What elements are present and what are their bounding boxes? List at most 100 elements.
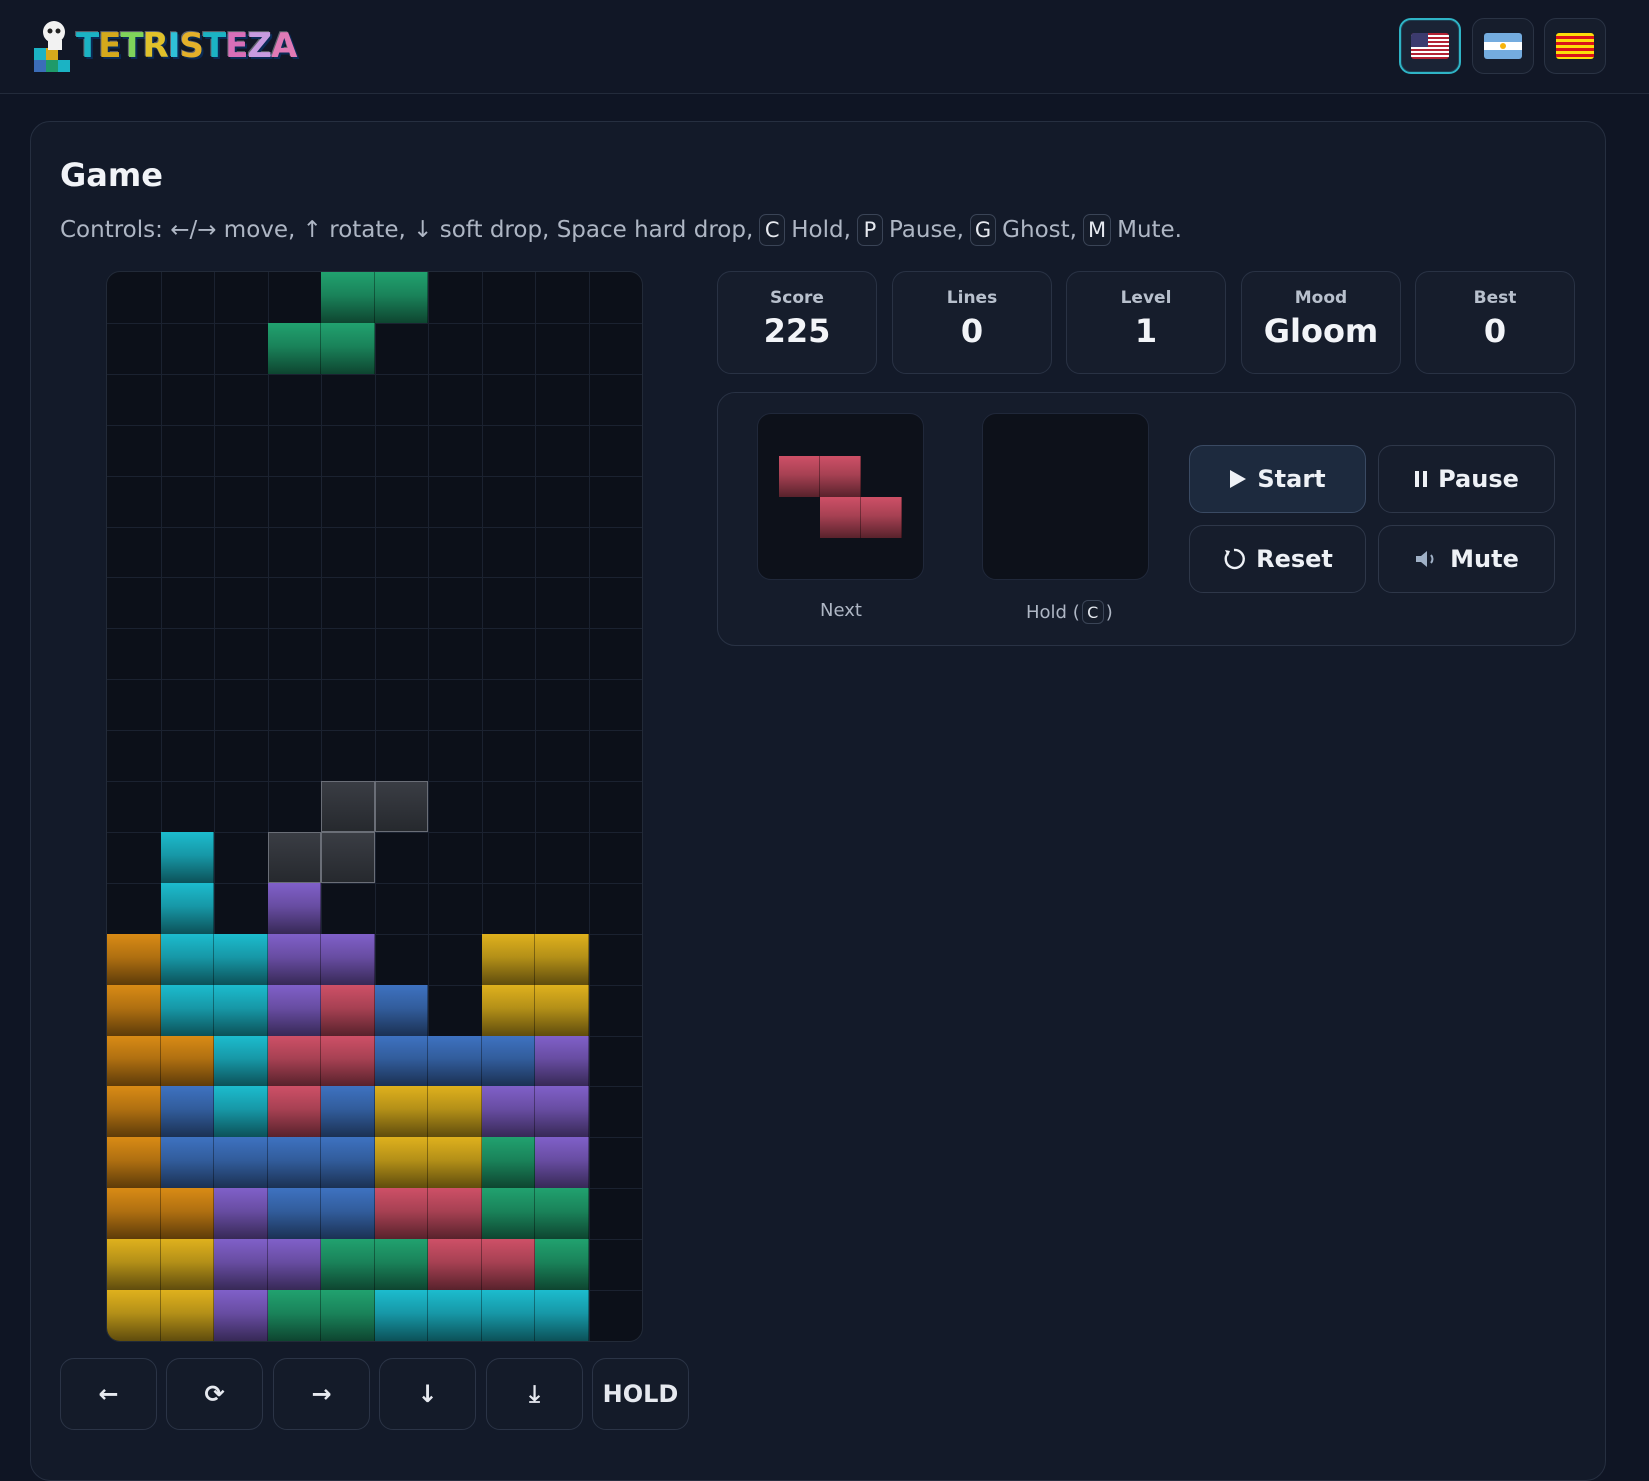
controls-prefix: Controls: <box>60 217 163 243</box>
hold-key: C <box>759 214 786 246</box>
board-block-S <box>374 272 428 323</box>
controls-help: Controls: ←/→ move, ↑ rotate, ↓ soft dro… <box>60 214 1182 246</box>
board-block-O <box>160 1239 214 1291</box>
speaker-icon <box>1416 551 1434 567</box>
grid-line <box>107 577 642 579</box>
rotate-icon: ⟳ <box>204 1380 225 1408</box>
board-block-J <box>160 1086 214 1138</box>
level-value: 1 <box>1134 312 1158 350</box>
board-block-S <box>481 1137 535 1189</box>
hold-button[interactable]: HOLD <box>592 1358 689 1430</box>
best-value: 0 <box>1483 312 1507 350</box>
reset-button[interactable]: Reset <box>1189 525 1366 593</box>
argentina-flag-icon <box>1484 33 1522 59</box>
board-block-T <box>535 1035 589 1087</box>
controls-hard-drop: Space hard drop, <box>556 217 754 243</box>
level-label: Level <box>1120 288 1172 308</box>
board-block-Z <box>481 1239 535 1291</box>
board-block-T <box>214 1188 268 1240</box>
preview-block-Z <box>779 455 820 497</box>
board-block-I <box>214 1086 268 1138</box>
board-block-I <box>160 984 214 1036</box>
catalan-flag-icon <box>1556 33 1594 59</box>
mood-label: Mood <box>1294 288 1348 308</box>
board-block-T <box>535 1086 589 1138</box>
grid-line <box>107 322 642 324</box>
mute-button[interactable]: Mute <box>1378 525 1555 593</box>
board-block-I <box>214 933 268 985</box>
board-block-O <box>374 1086 428 1138</box>
board-block-S <box>267 1290 321 1341</box>
grid-line <box>588 272 590 1341</box>
board-block-L <box>107 984 161 1036</box>
page-title: Game <box>60 156 163 194</box>
board-block-I <box>214 1035 268 1087</box>
ghost-block <box>374 781 428 832</box>
controls-soft-drop: ↓ soft drop, <box>413 217 550 243</box>
language-button-english[interactable] <box>1399 18 1461 74</box>
move-right-button[interactable]: → <box>273 1358 370 1430</box>
grid-line <box>107 628 642 630</box>
arrow-left-icon: ← <box>98 1380 119 1408</box>
board-block-J <box>321 1188 375 1240</box>
board-block-L <box>107 933 161 985</box>
board-block-Z <box>428 1188 482 1240</box>
board-block-J <box>267 1137 321 1189</box>
language-button-catalan[interactable] <box>1544 18 1606 74</box>
hold-label: Hold (C) <box>1026 600 1113 624</box>
board-block-O <box>481 984 535 1036</box>
board-block-T <box>267 882 321 934</box>
grid-line <box>107 424 642 426</box>
tetristeza-logo[interactable]: TETRISTEZA <box>30 14 297 78</box>
next-label: Next <box>820 600 862 621</box>
board-block-L <box>107 1035 161 1087</box>
board-block-S <box>535 1239 589 1291</box>
board-block-T <box>267 1239 321 1291</box>
move-left-button[interactable]: ← <box>60 1358 157 1430</box>
best-card: Best 0 <box>1415 271 1575 374</box>
start-button-label: Start <box>1257 465 1326 493</box>
controls-rotate: ↑ rotate, <box>302 217 406 243</box>
pause-button[interactable]: Pause <box>1378 445 1555 513</box>
grid-line <box>107 475 642 477</box>
board-block-I <box>535 1290 589 1341</box>
ghost-block <box>321 781 375 832</box>
board-block-O <box>374 1137 428 1189</box>
board-block-I <box>214 984 268 1036</box>
pause-icon <box>1415 471 1428 487</box>
grid-line <box>107 679 642 681</box>
board-block-Z <box>374 1188 428 1240</box>
language-button-argentina[interactable] <box>1472 18 1534 74</box>
ghost-block <box>267 831 321 883</box>
hold-piece-preview[interactable] <box>982 413 1149 580</box>
board-block-J <box>321 1086 375 1138</box>
start-button[interactable]: Start <box>1189 445 1366 513</box>
board-block-T <box>535 1137 589 1189</box>
board-block-J <box>321 1137 375 1189</box>
board-block-O <box>535 933 589 985</box>
board-block-T <box>267 984 321 1036</box>
logo-wordmark: TETRISTEZA <box>76 26 297 66</box>
board-block-S <box>481 1188 535 1240</box>
board-block-O <box>107 1290 161 1341</box>
soft-drop-button[interactable]: ↓ <box>379 1358 476 1430</box>
reset-icon <box>1224 548 1246 570</box>
pause-button-label: Pause <box>1438 465 1519 493</box>
board-block-O <box>428 1086 482 1138</box>
board-block-T <box>214 1290 268 1341</box>
top-bar: TETRISTEZA <box>0 0 1649 94</box>
controls-pause: Pause, <box>888 217 964 243</box>
ghost-block <box>321 831 375 883</box>
reset-button-label: Reset <box>1256 545 1333 573</box>
board-block-I <box>481 1290 535 1341</box>
rotate-button[interactable]: ⟳ <box>166 1358 263 1430</box>
hold-label-prefix: Hold ( <box>1026 601 1080 623</box>
board-block-I <box>160 831 214 883</box>
grid-line <box>107 373 642 375</box>
board-block-S <box>267 322 321 374</box>
mute-button-label: Mute <box>1450 545 1519 573</box>
board-block-T <box>214 1239 268 1291</box>
us-flag-icon <box>1411 33 1449 59</box>
hard-drop-button[interactable]: ⤓ <box>486 1358 583 1430</box>
game-board[interactable] <box>106 271 643 1342</box>
